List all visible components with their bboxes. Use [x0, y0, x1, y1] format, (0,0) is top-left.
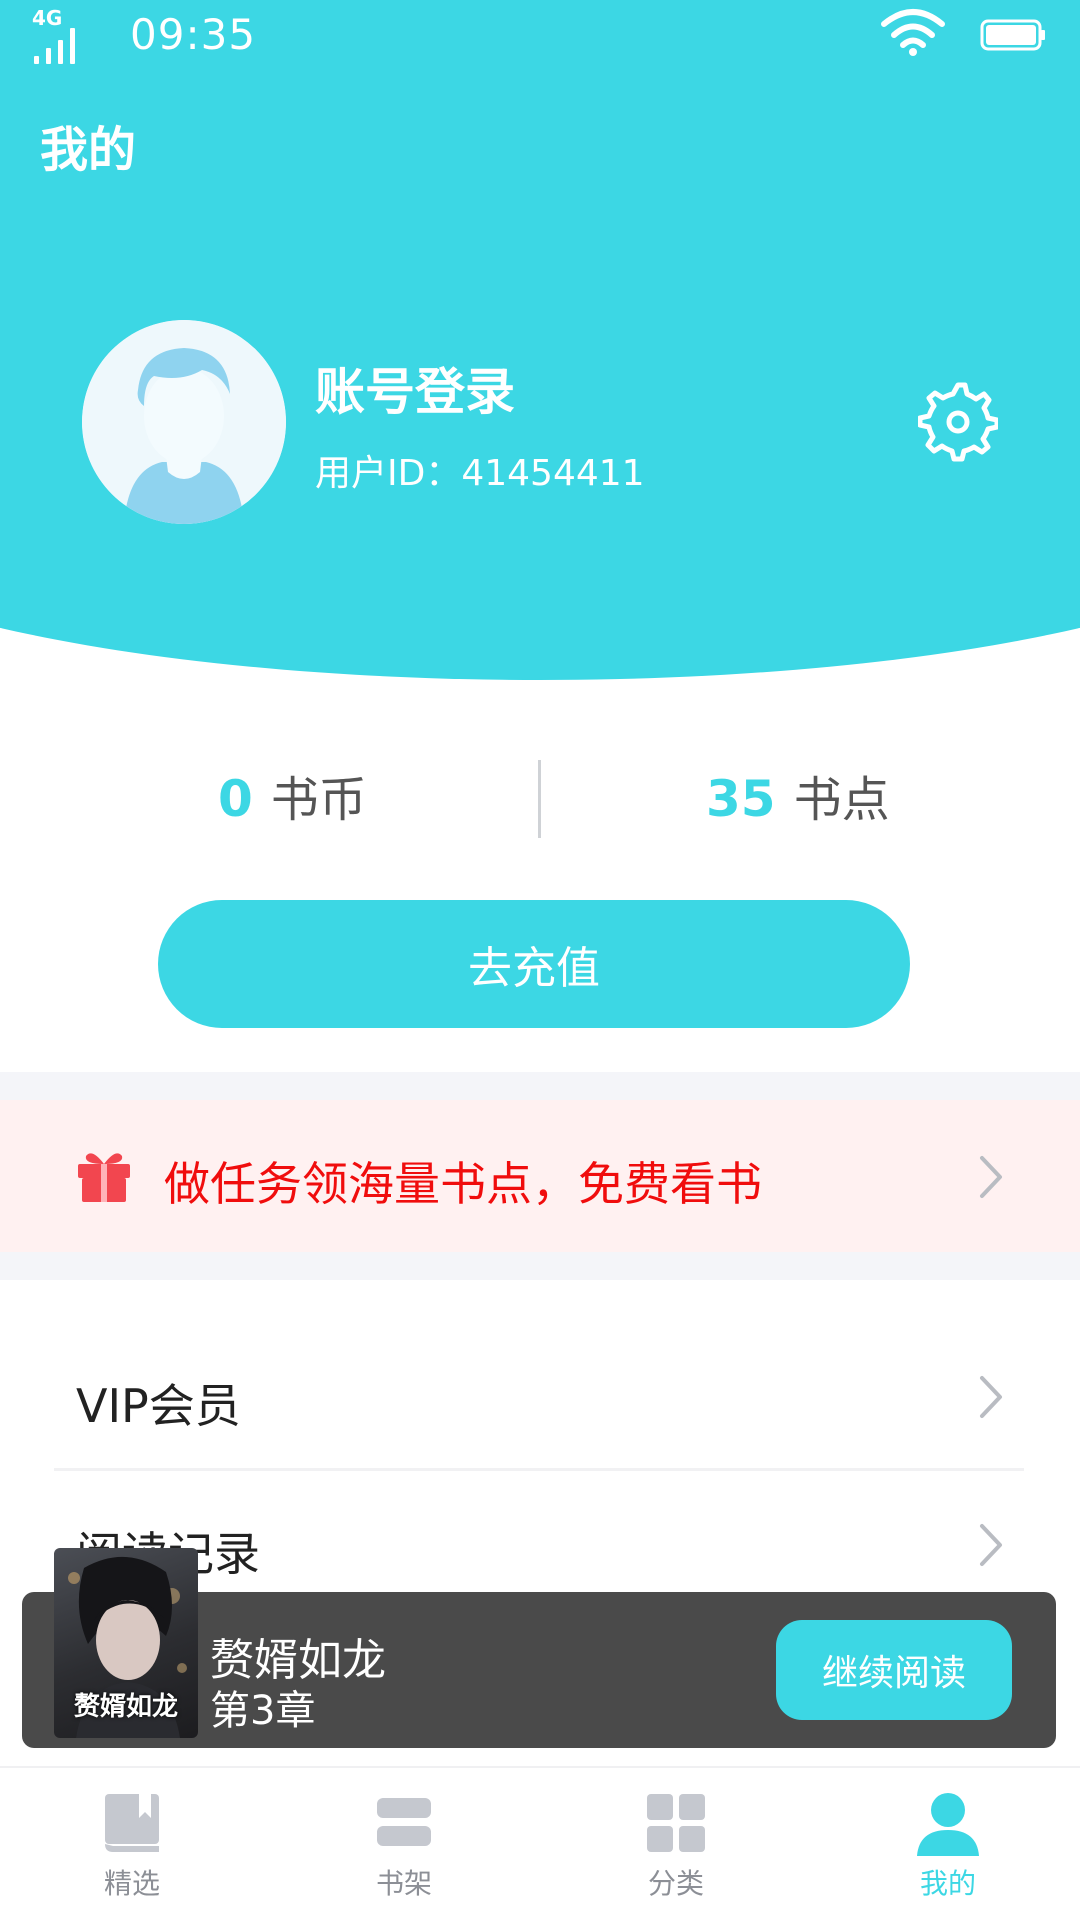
book-cover[interactable]: 赘婿如龙 [54, 1548, 198, 1738]
points-value: 35 [706, 770, 776, 828]
user-icon [917, 1793, 979, 1856]
menu-item-vip[interactable]: VIP会员 [0, 1322, 1080, 1468]
avatar[interactable] [82, 320, 286, 524]
chevron-right-icon [980, 1156, 1002, 1198]
status-bar: 4G 09:35 [0, 0, 1080, 70]
gear-icon[interactable] [918, 382, 998, 462]
signal-icon: 4G [30, 6, 90, 66]
menu-item-label: VIP会员 [76, 1379, 241, 1433]
page-title: 我的 [40, 122, 137, 178]
nav-item-mine[interactable]: 我的 [878, 1790, 1018, 1910]
balance-divider [538, 760, 541, 838]
nav-item-bookshelf[interactable]: 书架 [334, 1790, 474, 1910]
nav-item-category[interactable]: 分类 [606, 1790, 746, 1910]
nav-label: 我的 [919, 1867, 976, 1900]
status-time: 09:35 [130, 10, 257, 59]
network-type: 4G [32, 6, 63, 30]
task-banner[interactable]: 做任务领海量书点，免费看书 [0, 1100, 1080, 1252]
nav-label: 分类 [647, 1867, 704, 1900]
book-cover-title: 赘婿如龙 [73, 1692, 178, 1722]
balance-row: 0 书币 35 书点 [0, 760, 1080, 840]
battery-icon [980, 19, 1045, 51]
account-login-link[interactable]: 账号登录 [315, 352, 515, 424]
coins-value: 0 [218, 770, 253, 828]
points-label: 书点 [793, 772, 890, 828]
bookshelf-icon [377, 1798, 431, 1846]
book-icon [105, 1794, 159, 1852]
points-balance[interactable]: 35 书点 [706, 760, 890, 840]
nav-item-featured[interactable]: 精选 [62, 1790, 202, 1910]
nav-label: 书架 [375, 1867, 432, 1900]
book-chapter: 第3章 [210, 1688, 316, 1734]
wifi-icon [881, 9, 945, 56]
user-id-label: 用户ID：41454411 [315, 453, 645, 494]
grid-icon [647, 1794, 705, 1852]
bottom-nav: 精选 书架 分类 我的 [0, 1766, 1080, 1920]
gift-icon [78, 1153, 130, 1202]
recharge-button[interactable]: 去充值 [158, 900, 910, 1028]
nav-label: 精选 [103, 1867, 160, 1900]
task-banner-text: 做任务领海量书点，免费看书 [164, 1157, 762, 1211]
continue-reading-button[interactable]: 继续阅读 [776, 1620, 1012, 1720]
coins-balance[interactable]: 0 书币 [218, 760, 367, 840]
coins-label: 书币 [270, 772, 367, 828]
my-page-screen: 4G 09:35 我的 账号登录 用户ID：41454411 0 书币 35 书… [0, 0, 1080, 1920]
chevron-right-icon [980, 1524, 1002, 1566]
chevron-right-icon [980, 1376, 1002, 1418]
user-avatar-icon [82, 320, 286, 524]
